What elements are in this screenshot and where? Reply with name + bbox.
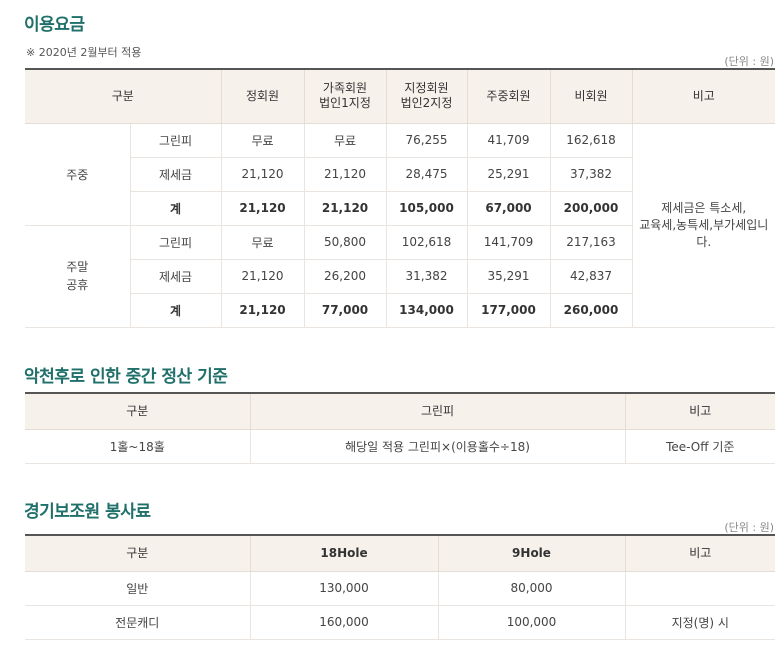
cell: Tee-Off 기준 [624,429,775,464]
fees-title: 이용요금 [24,15,85,35]
cell: 25,291 [466,157,550,192]
cell: 134,000 [385,293,467,328]
caddie-title: 경기보조원 봉사료 [24,502,151,522]
cell: 37,382 [549,157,632,192]
row-type: 그린피 [129,225,221,260]
group-label-weekday: 주중 [25,123,130,226]
cell: 160,000 [249,605,438,640]
header-remark: 비고 [631,69,775,124]
cell: 1홀~18홀 [25,429,250,464]
cell: 141,709 [466,225,550,260]
cell: 지정(명) 시 [624,605,775,640]
cell: 80,000 [437,571,625,606]
cell: 102,618 [385,225,467,260]
cell: 21,120 [220,191,304,226]
cell: 77,000 [303,293,386,328]
cell: 해당일 적용 그린피×(이용홀수÷18) [249,429,625,464]
header-greenfee: 그린피 [249,393,625,430]
header-weekday-member: 주중회원 [466,69,550,124]
cell: 무료 [220,225,304,260]
caddie-header-row: 구분 18Hole 9Hole 비고 [25,535,775,572]
row-type: 제세금 [129,157,221,192]
cell: 21,120 [303,191,386,226]
rain-header-row: 구분 그린피 비고 [25,393,775,430]
cell: 105,000 [385,191,467,226]
cell: 35,291 [466,259,550,294]
cell: 21,120 [303,157,386,192]
cell: 217,163 [549,225,632,260]
cell: 41,709 [466,123,550,158]
cell: 전문캐디 [25,605,250,640]
cell: 무료 [303,123,386,158]
cell: 26,200 [303,259,386,294]
fees-table: 구분 정회원 가족회원 법인1지정 지정회원 법인2지정 주중회원 비회원 비고 주… [25,68,775,328]
cell: 31,382 [385,259,467,294]
table-row: 주중 그린피 무료 무료 76,255 41,709 162,618 제세금은 … [25,123,775,328]
header-category: 구분 [25,69,221,124]
caddie-table: 구분 18Hole 9Hole 비고 일반 130,000 80,000 전문캐… [25,534,775,640]
rain-table: 구분 그린피 비고 1홀~18홀 해당일 적용 그린피×(이용홀수÷18) Te… [25,392,775,464]
row-type: 계 [129,293,221,328]
header-remark: 비고 [624,393,775,430]
header-designated: 지정회원 법인2지정 [385,69,467,124]
cell: 일반 [25,571,250,606]
header-18hole: 18Hole [249,535,438,572]
cell: 21,120 [220,293,304,328]
cell: 260,000 [549,293,632,328]
cell: 28,475 [385,157,467,192]
cell: 21,120 [220,157,304,192]
table-row: 일반 130,000 80,000 [25,571,775,606]
rain-title: 악천후로 인한 중간 정산 기준 [24,367,228,387]
cell: 177,000 [466,293,550,328]
header-9hole: 9Hole [437,535,625,572]
header-category: 구분 [25,535,250,572]
cell: 200,000 [549,191,632,226]
table-row: 전문캐디 160,000 100,000 지정(명) 시 [25,605,775,640]
fees-unit: (단위 : 원) [724,55,774,68]
fees-header-row: 구분 정회원 가족회원 법인1지정 지정회원 법인2지정 주중회원 비회원 비고 [25,69,775,124]
cell: 42,837 [549,259,632,294]
fees-note: ※ 2020년 2월부터 적용 [26,46,142,59]
row-type: 그린피 [129,123,221,158]
cell [624,571,775,606]
header-remark: 비고 [624,535,775,572]
row-type: 제세금 [129,259,221,294]
remark-cell: 제세금은 특소세, 교육세,농특세,부가세입니 다. [631,123,775,328]
header-regular: 정회원 [220,69,304,124]
table-row: 1홀~18홀 해당일 적용 그린피×(이용홀수÷18) Tee-Off 기준 [25,429,775,464]
header-family: 가족회원 법인1지정 [303,69,386,124]
header-nonmember: 비회원 [549,69,632,124]
cell: 50,800 [303,225,386,260]
caddie-unit: (단위 : 원) [724,521,774,534]
header-category: 구분 [25,393,250,430]
cell: 67,000 [466,191,550,226]
cell: 162,618 [549,123,632,158]
row-type: 계 [129,191,221,226]
cell: 76,255 [385,123,467,158]
cell: 130,000 [249,571,438,606]
cell: 21,120 [220,259,304,294]
group-label-weekend: 주말 공휴 [25,225,130,328]
cell: 무료 [220,123,304,158]
cell: 100,000 [437,605,625,640]
